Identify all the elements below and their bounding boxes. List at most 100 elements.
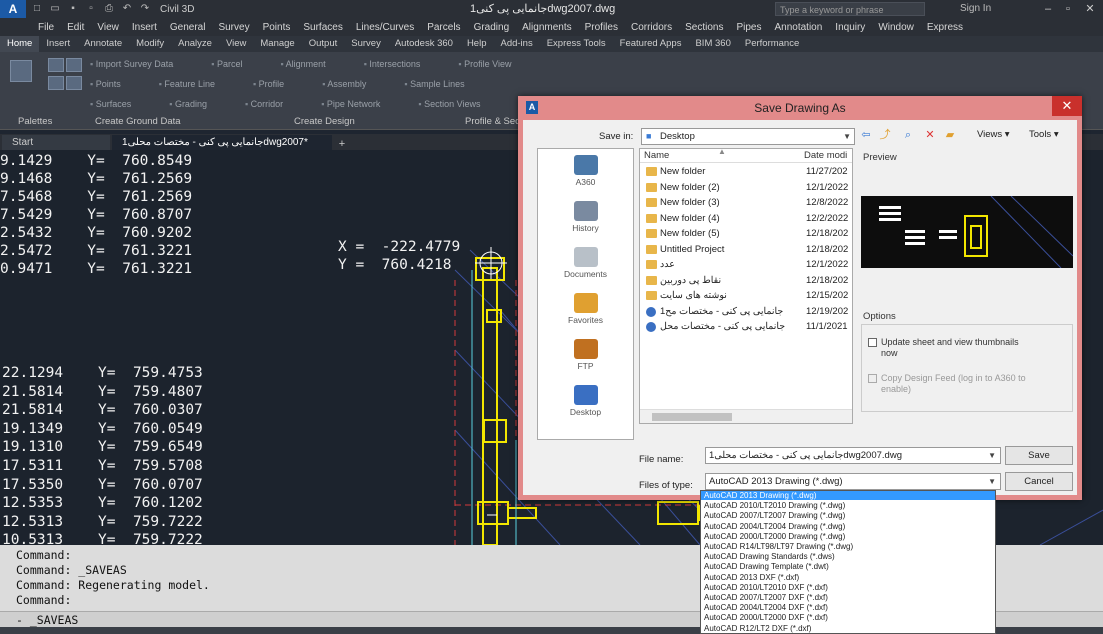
save-icon[interactable]: ▪: [66, 3, 80, 15]
column-date[interactable]: Date modi: [804, 150, 847, 161]
open-file-icon[interactable]: ▭: [48, 3, 62, 15]
tab-output[interactable]: Output: [302, 36, 345, 52]
tab-analyze[interactable]: Analyze: [171, 36, 219, 52]
delete-icon[interactable]: ✕: [923, 128, 937, 142]
tab-add-ins[interactable]: Add-ins: [493, 36, 539, 52]
menu-item-view[interactable]: View: [97, 22, 119, 33]
help-search-input[interactable]: Type a keyword or phrase: [775, 2, 925, 16]
file-type-option[interactable]: AutoCAD 2007/LT2007 Drawing (*.dwg): [701, 511, 995, 520]
list-item[interactable]: نقاط پی دوربین 12/18/202: [640, 274, 852, 289]
tab-survey[interactable]: Survey: [344, 36, 388, 52]
ribbon-button-corridor[interactable]: Corridor: [245, 99, 284, 109]
toolspace-icon[interactable]: [10, 60, 32, 82]
redo-icon[interactable]: ↷: [138, 3, 152, 15]
panel-label-palettes[interactable]: Palettes: [18, 116, 52, 127]
list-item[interactable]: 1جانمایی پی کنی - مختصات مح 12/19/202: [640, 305, 852, 320]
menu-item-alignments[interactable]: Alignments: [522, 22, 571, 33]
file-type-select[interactable]: AutoCAD 2013 Drawing (*.dwg) ▼: [705, 473, 1001, 490]
save-in-dropdown[interactable]: Desktop ▼: [641, 128, 855, 145]
tab-insert[interactable]: Insert: [39, 36, 77, 52]
prospector-icon[interactable]: [48, 58, 64, 72]
workspace-selector[interactable]: Civil 3D: [160, 4, 194, 15]
file-type-option[interactable]: AutoCAD 2013 Drawing (*.dwg): [701, 491, 995, 500]
ribbon-button-intersections[interactable]: Intersections: [364, 59, 420, 69]
list-item[interactable]: New folder (2) 12/1/2022: [640, 181, 852, 196]
print-icon[interactable]: ⎙: [102, 3, 116, 15]
menu-item-corridors[interactable]: Corridors: [631, 22, 672, 33]
ribbon-button-profile-view[interactable]: Profile View: [458, 59, 511, 69]
tab-active-drawing[interactable]: جانمایی پی کنی - مختصات محلی1dwg2007*: [112, 135, 332, 150]
list-item[interactable]: New folder (5) 12/18/202: [640, 227, 852, 242]
file-type-option[interactable]: AutoCAD Drawing Standards (*.dws): [701, 552, 995, 561]
file-type-option[interactable]: AutoCAD 2007/LT2007 DXF (*.dxf): [701, 593, 995, 602]
checkbox[interactable]: [868, 338, 877, 347]
menu-item-inquiry[interactable]: Inquiry: [835, 22, 865, 33]
cancel-button[interactable]: Cancel: [1005, 472, 1073, 491]
chevron-down-icon[interactable]: ▼: [988, 448, 996, 463]
ribbon-button-assembly[interactable]: Assembly: [322, 79, 366, 89]
settings-icon[interactable]: [66, 58, 82, 72]
list-item[interactable]: New folder (3) 12/8/2022: [640, 196, 852, 211]
ribbon-button-grading[interactable]: Grading: [169, 99, 207, 109]
tools-menu[interactable]: Tools ▾: [1029, 129, 1059, 140]
ribbon-button-alignment[interactable]: Alignment: [280, 59, 326, 69]
ribbon-button-points[interactable]: Points: [90, 79, 121, 89]
back-icon[interactable]: ⇦: [859, 128, 873, 142]
search-web-icon[interactable]: ⌕: [901, 128, 915, 142]
undo-icon[interactable]: ↶: [120, 3, 134, 15]
option-update-thumbnails[interactable]: Update sheet and view thumbnails now: [868, 337, 1068, 361]
tab-express-tools[interactable]: Express Tools: [540, 36, 613, 52]
tab-start[interactable]: Start: [2, 135, 110, 150]
menu-item-express[interactable]: Express: [927, 22, 963, 33]
file-type-option[interactable]: AutoCAD 2000/LT2000 DXF (*.dxf): [701, 613, 995, 622]
save-as-icon[interactable]: ▫: [84, 3, 98, 15]
menu-item-general[interactable]: General: [170, 22, 206, 33]
menu-item-surfaces[interactable]: Surfaces: [303, 22, 342, 33]
ribbon-button-profile[interactable]: Profile: [253, 79, 285, 89]
place-documents[interactable]: Documents: [538, 247, 633, 279]
tab-bim-360[interactable]: BIM 360: [688, 36, 737, 52]
ribbon-button-section-views[interactable]: Section Views: [418, 99, 480, 109]
tab-featured-apps[interactable]: Featured Apps: [613, 36, 689, 52]
tab-view[interactable]: View: [219, 36, 253, 52]
ribbon-button-pipe-network[interactable]: Pipe Network: [321, 99, 381, 109]
ribbon-button-import-survey-data[interactable]: Import Survey Data: [90, 59, 174, 69]
tab-performance[interactable]: Performance: [738, 36, 806, 52]
up-folder-icon[interactable]: ⤴: [878, 128, 892, 142]
views-menu[interactable]: Views ▾: [977, 129, 1010, 140]
menu-item-sections[interactable]: Sections: [685, 22, 723, 33]
ribbon-button-feature-line[interactable]: Feature Line: [159, 79, 215, 89]
file-type-option[interactable]: AutoCAD 2004/LT2004 Drawing (*.dwg): [701, 522, 995, 531]
menu-item-lines-curves[interactable]: Lines/Curves: [356, 22, 414, 33]
minimize-icon[interactable]: –: [1040, 0, 1056, 18]
list-item[interactable]: Untitled Project 12/18/202: [640, 243, 852, 258]
file-type-option[interactable]: AutoCAD R14/LT98/LT97 Drawing (*.dwg): [701, 542, 995, 551]
list-item[interactable]: نوشته های سایت 12/15/202: [640, 289, 852, 304]
ribbon-button-surfaces[interactable]: Surfaces: [90, 99, 132, 109]
file-type-option[interactable]: AutoCAD 2004/LT2004 DXF (*.dxf): [701, 603, 995, 612]
file-type-dropdown-list[interactable]: AutoCAD 2013 Drawing (*.dwg) AutoCAD 2010…: [700, 490, 996, 634]
menu-item-points[interactable]: Points: [263, 22, 291, 33]
panel-label-create-ground[interactable]: Create Ground Data: [95, 116, 181, 127]
file-type-option[interactable]: AutoCAD 2013 DXF (*.dxf): [701, 573, 995, 582]
file-type-option[interactable]: AutoCAD 2010/LT2010 Drawing (*.dwg): [701, 501, 995, 510]
menu-item-edit[interactable]: Edit: [67, 22, 84, 33]
tab-modify[interactable]: Modify: [129, 36, 171, 52]
menu-item-parcels[interactable]: Parcels: [427, 22, 460, 33]
menu-item-annotation[interactable]: Annotation: [774, 22, 822, 33]
tab-autodesk-360[interactable]: Autodesk 360: [388, 36, 460, 52]
tab-manage[interactable]: Manage: [253, 36, 301, 52]
menu-item-pipes[interactable]: Pipes: [736, 22, 761, 33]
tab-home[interactable]: Home: [0, 36, 40, 52]
column-name[interactable]: Name: [644, 150, 669, 161]
place-history[interactable]: History: [538, 201, 633, 233]
chevron-down-icon[interactable]: ▼: [988, 474, 996, 489]
tab-annotate[interactable]: Annotate: [77, 36, 129, 52]
new-folder-icon[interactable]: ▰: [943, 128, 957, 142]
place-ftp[interactable]: FTP: [538, 339, 633, 371]
menu-item-window[interactable]: Window: [878, 22, 914, 33]
file-list[interactable]: Name ▲ Date modi New folder 11/27/202 New …: [639, 148, 853, 424]
menu-item-file[interactable]: File: [38, 22, 54, 33]
panel-label-create-design[interactable]: Create Design: [294, 116, 355, 127]
place-desktop[interactable]: Desktop: [538, 385, 633, 417]
